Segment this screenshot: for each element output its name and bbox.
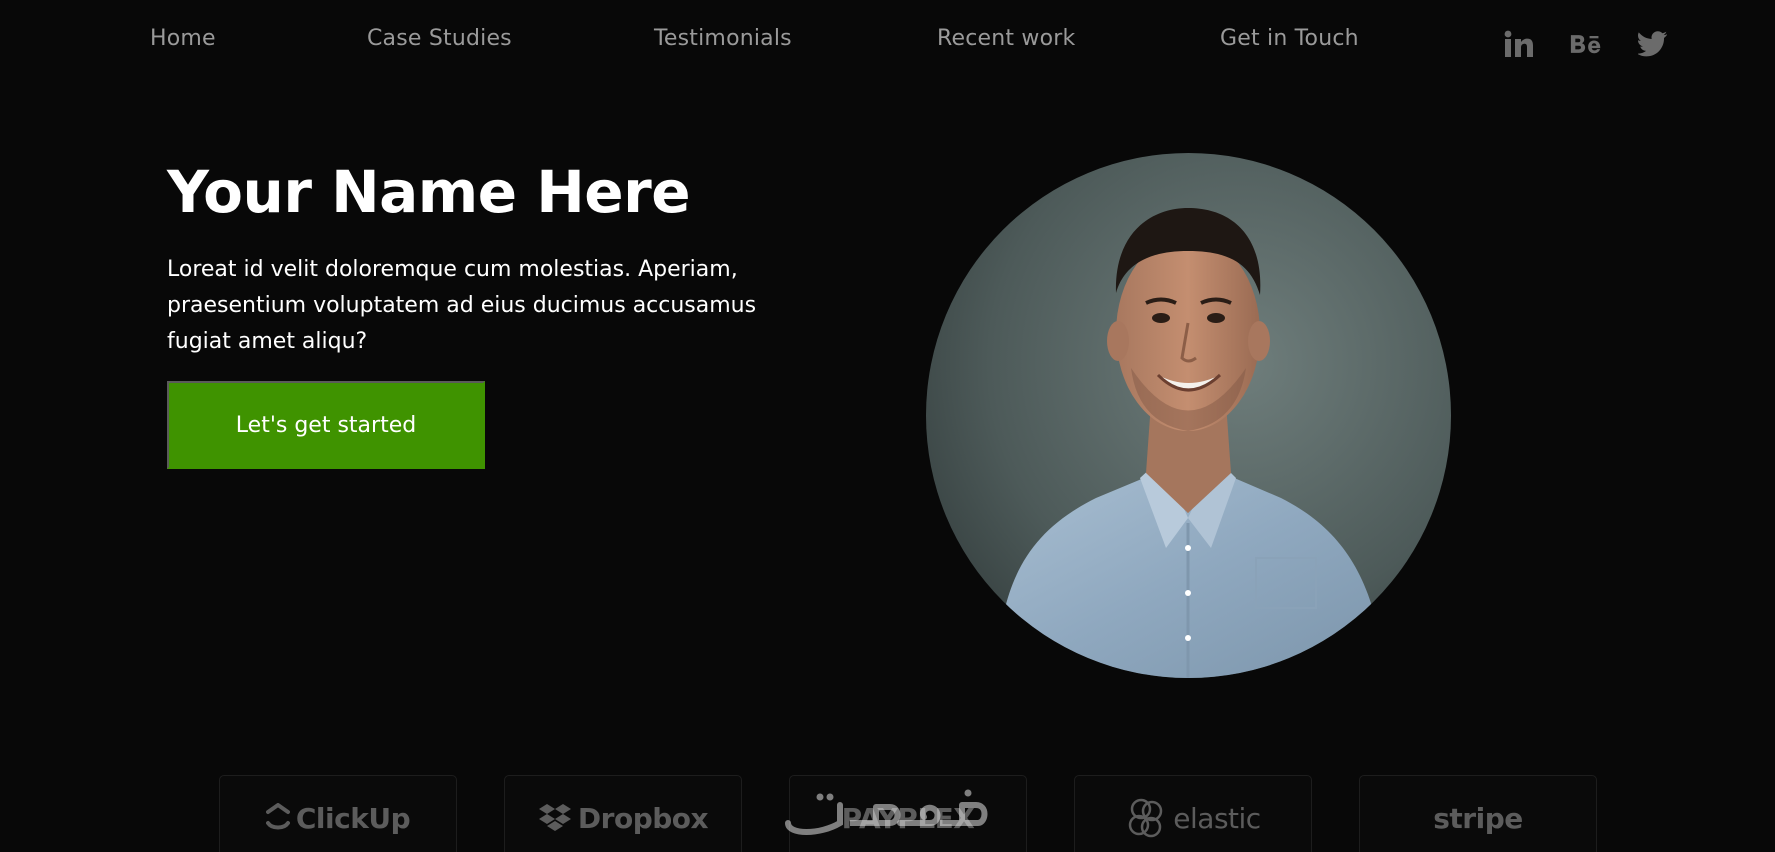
linkedin-icon[interactable] [1503,28,1535,60]
nav-link-home[interactable]: Home [150,26,216,51]
logo-clickup: ClickUp [220,798,456,838]
hero-title: Your Name Here [167,158,691,226]
logo-name: elastic [1173,801,1261,835]
nav-link-testimonials[interactable]: Testimonials [654,26,792,51]
dropbox-icon [538,804,571,831]
logo-elastic: elastic [1075,798,1311,838]
hero-description-line: Loreat id velit doloremque cum molestias… [167,257,738,282]
logo-stripe: stripe [1360,798,1596,838]
nav-link-get-in-touch[interactable]: Get in Touch [1220,26,1359,51]
logo-card-elastic: elastic [1074,775,1312,852]
twitter-icon[interactable] [1637,28,1669,60]
nav-link-case-studies[interactable]: Case Studies [367,26,512,51]
logo-dropbox: Dropbox [505,798,741,838]
logo-card-payplex: PAYPLEX [789,775,1027,852]
elastic-icon [1129,798,1163,838]
logo-payplex: PAYPLEX [790,798,1026,838]
nav-link-recent-work[interactable]: Recent work [937,26,1075,51]
behance-icon[interactable] [1570,28,1602,60]
logo-card-clickup: ClickUp [219,775,457,852]
logo-name: ClickUp [295,801,411,835]
hero-description-line: fugiat amet aliqu? [167,329,368,354]
profile-photo [926,153,1451,678]
logo-card-dropbox: Dropbox [504,775,742,852]
get-started-button[interactable]: Let's get started [167,381,485,469]
hero-description: Loreat id velit doloremque cum molestias… [167,252,767,360]
logo-name: Dropbox [577,801,709,835]
logo-name: stripe [1433,801,1523,835]
clickup-icon [265,803,290,830]
logo-name: PAYPLEX [841,801,975,835]
top-navigation: Home Case Studies Testimonials Recent wo… [0,0,1775,82]
page: Home Case Studies Testimonials Recent wo… [0,0,1775,852]
hero-description-line: praesentium voluptatem ad eius ducimus a… [167,293,757,318]
logo-card-stripe: stripe [1359,775,1597,852]
